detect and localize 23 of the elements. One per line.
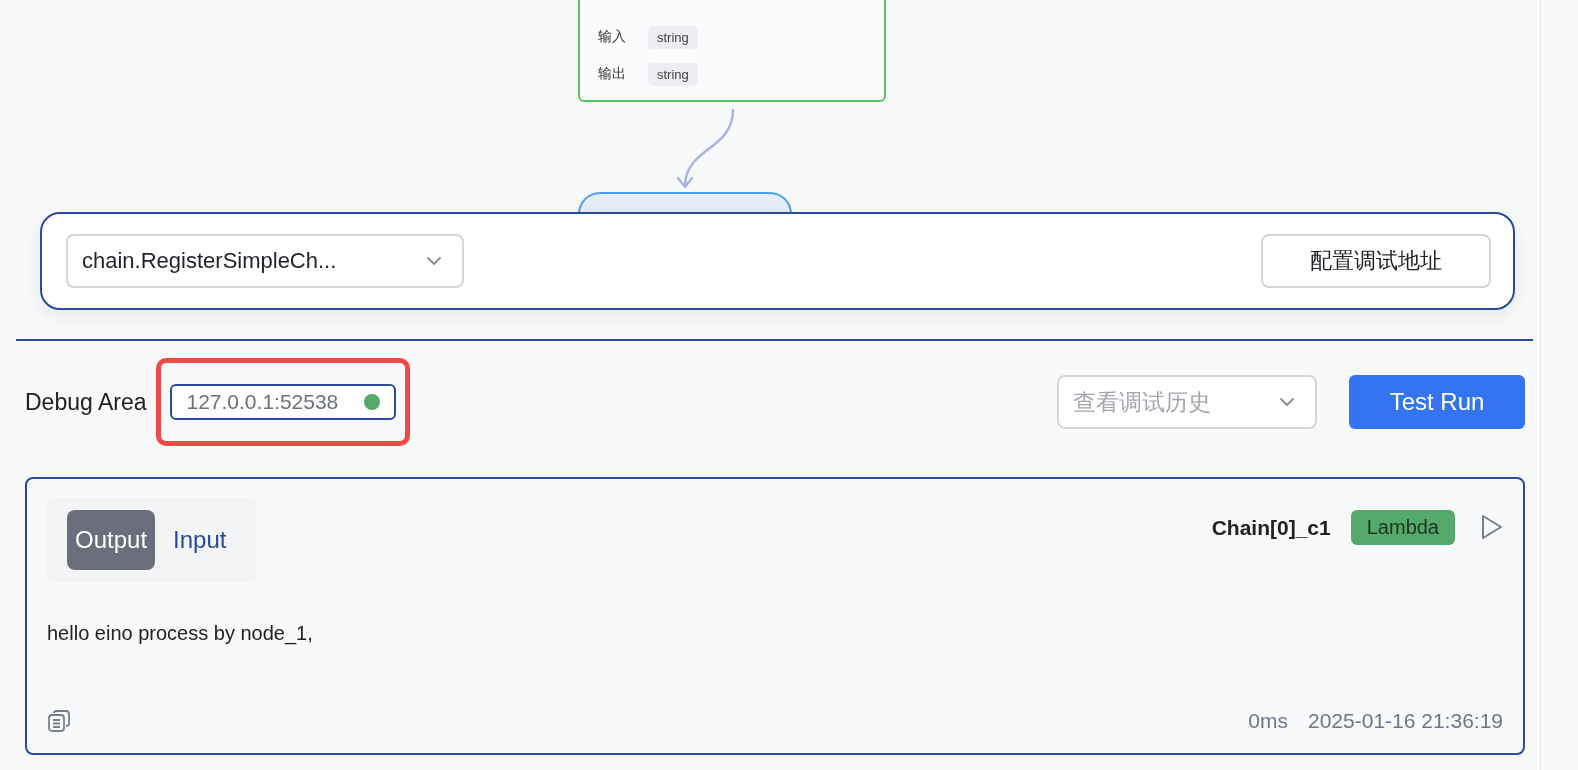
- field-label: 输入: [598, 28, 627, 46]
- address-field[interactable]: 127.0.0.1:52538: [170, 384, 397, 420]
- node-card[interactable]: [578, 192, 792, 214]
- timestamp-text: 2025-01-16 21:36:19: [1308, 709, 1503, 733]
- chevron-down-icon: [426, 256, 442, 266]
- address-text: 127.0.0.1:52538: [186, 390, 339, 414]
- field-value: string: [648, 62, 698, 86]
- config-address-button[interactable]: 配置调试地址: [1261, 234, 1491, 288]
- tab[interactable]: Output: [67, 510, 156, 570]
- node-card[interactable]: 输入 string 输出 string: [578, 0, 886, 102]
- node-type-tag: Lambda: [1350, 510, 1455, 545]
- chevron-down-icon: [1279, 397, 1295, 407]
- section-title: Debug Area: [25, 388, 147, 416]
- field-value: string: [648, 25, 698, 49]
- node-name: Chain[0]_c1: [1211, 516, 1331, 540]
- output-text: hello eino process by node_1,: [47, 622, 314, 645]
- tab[interactable]: Input: [165, 510, 235, 570]
- play-icon[interactable]: [1481, 514, 1503, 540]
- copy-icon[interactable]: [47, 709, 71, 733]
- duration-text: 0ms: [1248, 709, 1288, 733]
- chain-select[interactable]: chain.RegisterSimpleCh...: [66, 234, 464, 288]
- field-label: 输出: [598, 65, 627, 83]
- test-run-button[interactable]: Test Run: [1349, 375, 1525, 429]
